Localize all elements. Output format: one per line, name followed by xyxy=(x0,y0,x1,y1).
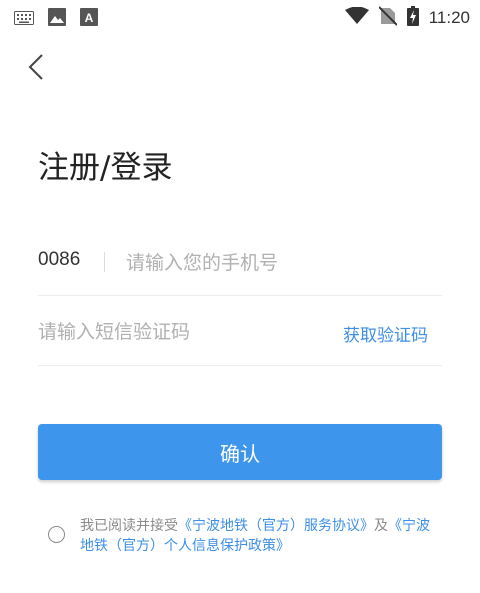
service-agreement-link[interactable]: 《宁波地铁（官方）服务协议》 xyxy=(178,518,374,534)
agreement-text: 我已阅读并接受《宁波地铁（官方）服务协议》及《宁波地铁（官方）个人信息保护政策》 xyxy=(80,516,440,556)
page-title: 注册/登录 xyxy=(38,150,173,186)
divider-line xyxy=(38,365,442,366)
battery-charging-icon xyxy=(406,6,419,30)
field-divider xyxy=(104,252,105,272)
svg-text:A: A xyxy=(85,11,94,25)
agreement-conjunction: 及 xyxy=(374,518,388,534)
get-code-button[interactable]: 获取验证码 xyxy=(343,321,428,346)
keyboard-icon xyxy=(14,10,34,29)
chevron-left-icon xyxy=(28,54,43,80)
confirm-button[interactable]: 确认 xyxy=(38,424,442,480)
agree-radio[interactable] xyxy=(48,526,65,543)
back-button[interactable] xyxy=(22,52,52,82)
confirm-label: 确认 xyxy=(220,441,260,466)
wifi-icon xyxy=(344,6,369,29)
phone-input[interactable] xyxy=(126,249,426,277)
divider-line xyxy=(38,295,442,296)
image-icon xyxy=(48,8,66,30)
sms-code-input[interactable] xyxy=(38,318,318,346)
agreement-prefix: 我已阅读并接受 xyxy=(80,518,178,534)
font-a-icon: A xyxy=(80,8,98,30)
no-sim-icon xyxy=(378,6,398,30)
country-code[interactable]: 0086 xyxy=(38,249,80,271)
status-bar: A 11:20 xyxy=(0,0,480,34)
status-time: 11:20 xyxy=(428,8,470,27)
